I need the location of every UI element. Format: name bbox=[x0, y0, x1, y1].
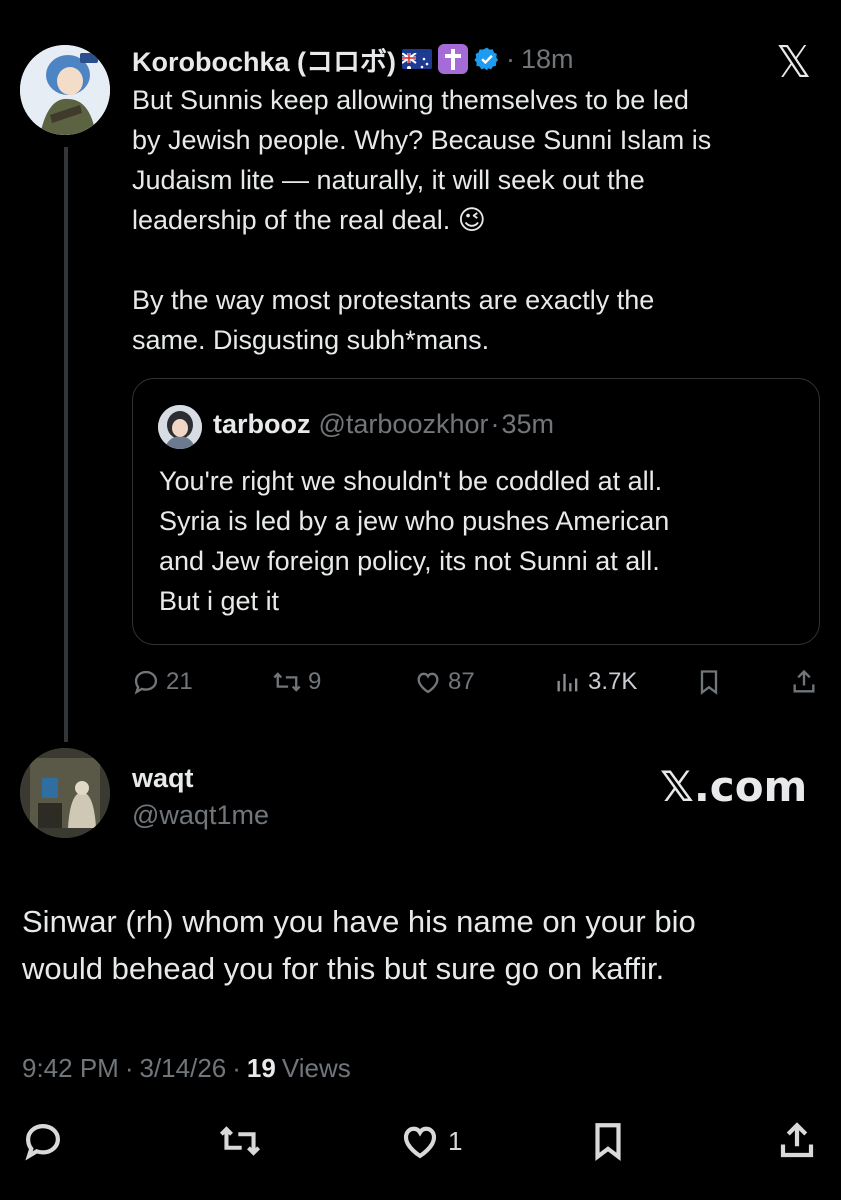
bookmark-icon bbox=[700, 670, 718, 695]
share-icon bbox=[780, 1122, 814, 1158]
avatar-waqt[interactable] bbox=[20, 748, 110, 838]
bookmark-icon bbox=[595, 1123, 621, 1161]
quote-line: and Jew foreign policy, its not Sunni at… bbox=[159, 546, 660, 576]
reply-icon bbox=[134, 670, 158, 695]
meta-separator: · bbox=[232, 1053, 241, 1083]
views-bar-icon bbox=[557, 673, 578, 692]
reply-time[interactable]: 9:42 PM bbox=[22, 1053, 119, 1084]
repost-icon bbox=[219, 1126, 261, 1156]
like-count: 87 bbox=[448, 668, 475, 695]
thread-line bbox=[64, 147, 68, 742]
author-display-name[interactable]: Korobochka (コロボ) bbox=[132, 40, 396, 79]
quote-line: You're right we shouldn't be coddled at … bbox=[159, 466, 663, 496]
australia-flag-icon bbox=[402, 49, 433, 69]
avatar-illustration bbox=[20, 45, 110, 135]
reply-count: 21 bbox=[166, 668, 193, 695]
quote-text: You're right we shouldn't be coddled at … bbox=[159, 461, 809, 621]
reply-button[interactable]: 21 bbox=[132, 668, 193, 696]
quote-line: But i get it bbox=[159, 586, 280, 616]
repost-button[interactable]: 9 bbox=[272, 668, 321, 696]
avatar-tarbooz bbox=[158, 405, 202, 449]
reply-like-count: 1 bbox=[448, 1125, 463, 1156]
main-tweet-header: Korobochka (コロボ) · 18m bbox=[132, 40, 574, 79]
reply-author-handle[interactable]: @waqt1me bbox=[132, 800, 269, 831]
reply-views-label: Views bbox=[281, 1053, 351, 1083]
quote-time-separator: · bbox=[490, 409, 500, 439]
tweet-line: leadership of the real deal. 😉 bbox=[132, 205, 486, 235]
meta-separator: · bbox=[124, 1053, 134, 1083]
tweet-line: By the way most protestants are exactly … bbox=[132, 285, 655, 315]
tweet-line: same. Disgusting subh*mans. bbox=[132, 325, 490, 355]
tweet-line: But Sunnis keep allowing themselves to b… bbox=[132, 85, 689, 115]
repost-count: 9 bbox=[308, 668, 322, 695]
tweet-line bbox=[132, 240, 822, 280]
share-button[interactable] bbox=[790, 668, 818, 696]
views-count: 3.7K bbox=[588, 668, 638, 695]
like-button[interactable]: 87 bbox=[414, 668, 475, 696]
reply-author-name[interactable]: waqt bbox=[132, 763, 194, 794]
tweet-line: by Jewish people. Why? Because Sunni Isl… bbox=[132, 125, 712, 155]
latin-cross-icon bbox=[438, 44, 469, 74]
tweet-line: Judaism lite — naturally, it will seek o… bbox=[132, 165, 645, 195]
reply-icon bbox=[25, 1124, 60, 1161]
share-button[interactable] bbox=[776, 1120, 818, 1162]
reply-line: Sinwar (rh) whom you have his name on yo… bbox=[22, 904, 696, 939]
reply-button[interactable] bbox=[22, 1120, 64, 1162]
time-separator: · bbox=[506, 43, 516, 74]
reply-meta: 9:42 PM · 3/14/26 · 19 Views bbox=[22, 1053, 351, 1084]
heart-icon bbox=[403, 1126, 437, 1159]
quote-line: Syria is led by a jew who pushes America… bbox=[159, 506, 670, 536]
quote-header: tarbooz @tarboozkhor · 35m bbox=[213, 409, 554, 440]
x-com-watermark: 𝕏.com bbox=[660, 762, 808, 811]
quote-author-handle: @tarboozkhor bbox=[318, 409, 489, 439]
avatar-illustration bbox=[20, 748, 110, 838]
views-button[interactable]: 3.7K bbox=[554, 668, 637, 696]
quote-author-name: tarbooz bbox=[213, 409, 311, 439]
repost-button[interactable] bbox=[218, 1120, 262, 1162]
avatar-korobochka[interactable] bbox=[20, 45, 110, 135]
bookmark-button[interactable] bbox=[588, 1120, 628, 1162]
reply-views-count: 19 bbox=[246, 1053, 276, 1083]
reply-tweet-text: Sinwar (rh) whom you have his name on yo… bbox=[22, 898, 822, 992]
main-tweet-text: But Sunnis keep allowing themselves to b… bbox=[132, 80, 822, 360]
tweet-time[interactable]: 18m bbox=[521, 44, 574, 75]
share-icon bbox=[793, 669, 815, 693]
quote-time: 35m bbox=[501, 409, 555, 439]
repost-icon bbox=[273, 672, 301, 692]
reply-date[interactable]: 3/14/26 bbox=[140, 1053, 227, 1084]
verified-badge-icon bbox=[474, 47, 499, 71]
heart-icon bbox=[417, 672, 439, 694]
like-button[interactable]: 1 bbox=[398, 1120, 462, 1162]
reply-line: would behead you for this but sure go on… bbox=[22, 951, 665, 986]
quote-tweet-card[interactable]: tarbooz @tarboozkhor · 35m You're right … bbox=[132, 378, 820, 645]
bookmark-button[interactable] bbox=[696, 668, 722, 696]
